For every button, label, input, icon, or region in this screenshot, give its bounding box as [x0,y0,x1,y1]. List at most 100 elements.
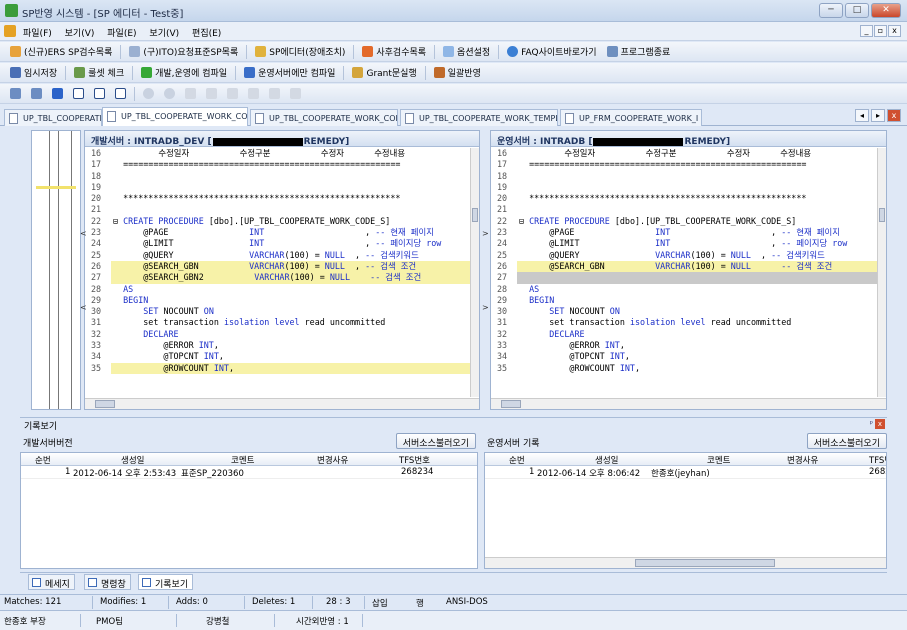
tool-redo[interactable] [160,88,179,99]
pin-icon[interactable]: ᵖ [870,419,873,428]
toolbar-options[interactable]: 옵션설정 [439,45,494,58]
code-line[interactable]: 26 @SEARCH_GBN VARCHAR(100) = NULL -- 검색… [491,260,878,273]
code-line[interactable]: 31 set transaction isolation level read … [85,317,471,328]
tab-code-i[interactable]: UP_TBL_COOPERATE_WORK_CODE_I [4,109,102,126]
code-line[interactable]: 24 @LIMIT INT , -- 페이지당 row [85,238,471,249]
tool-view3[interactable] [111,88,130,99]
temp-save-button[interactable]: 임시저장 [6,66,61,79]
mdi-restore-button[interactable]: ▫ [874,25,887,37]
toolbar-sp-editor[interactable]: SP에디터(장애조치) [251,45,349,58]
compile-dev-prod-button[interactable]: 개발,운영에 컴파일 [137,66,231,79]
dev-vertical-scrollbar[interactable] [470,148,479,397]
tool-view1[interactable] [69,88,88,99]
mdi-close-button[interactable]: x [888,25,901,37]
tab-templet-s[interactable]: UP_TBL_COOPERATE_WORK_TEMPLET_S [400,109,558,126]
dev-load-source-button[interactable]: 서버소스불러오기 [395,433,476,449]
grant-exec-button[interactable]: Grant문실행 [348,66,420,79]
code-line[interactable]: 30 SET NOCOUNT ON [85,306,471,317]
menu-view[interactable]: 보기(V) [60,22,100,39]
menu-edit[interactable]: 편집(E) [187,22,226,39]
code-line[interactable]: 31 set transaction isolation level read … [491,317,878,328]
tool-a[interactable] [6,88,25,99]
log-close-button[interactable]: x [875,419,885,429]
tool-view2[interactable] [90,88,109,99]
tool-more[interactable] [286,88,305,99]
code-line[interactable]: 17 =====================================… [491,159,878,170]
tab-command[interactable]: 명령창 [84,574,131,590]
code-line[interactable]: 33 @ERROR INT, [85,340,471,351]
tool-copy[interactable] [202,88,221,99]
code-line[interactable]: 32 DECLARE [491,329,878,340]
prod-code-pane[interactable]: 운영서버 : INTRADB [REMEDY] 16 수정일자 수정구분 수정자… [490,130,887,410]
code-line[interactable]: 23 @PAGE INT , -- 현재 페이지 [85,227,471,238]
tool-back[interactable] [48,88,67,99]
dev-horizontal-scrollbar[interactable] [85,398,479,409]
code-line[interactable]: 19 [491,182,878,193]
compile-prod-only-button[interactable]: 운영서버에만 컴파일 [240,66,339,79]
code-line[interactable]: 30 SET NOCOUNT ON [491,306,878,317]
tab-close-button[interactable]: x [887,109,901,122]
code-line[interactable]: 28 AS [85,284,471,295]
toolbar-faq-shortcut[interactable]: FAQ사이트바로가기 [503,45,600,58]
tab-prev-button[interactable]: ◂ [855,109,869,122]
prod-vertical-scrollbar[interactable] [877,148,886,397]
batch-apply-button[interactable]: 일괄반영 [430,66,485,79]
code-line[interactable]: 20 *************************************… [85,193,471,204]
code-line[interactable]: 29 BEGIN [85,295,471,306]
diff-overview-map[interactable] [31,130,81,410]
dev-code-pane[interactable]: 개발서버 : INTRADB_DEV [REMEDY] 16 수정일자 수정구분… [84,130,480,410]
code-line[interactable]: 29 BEGIN [491,295,878,306]
code-line[interactable]: 22 ⊟ CREATE PROCEDURE [dbo].[UP_TBL_COOPE… [85,216,471,227]
prod-log-hscrollbar[interactable] [485,557,886,568]
code-line[interactable]: 27 [491,272,878,284]
code-line[interactable]: 35 @ROWCOUNT INT, [85,362,471,374]
code-line[interactable]: 18 [85,171,471,182]
ruleset-check-button[interactable]: 룰셋 체크 [70,66,128,79]
tool-undo[interactable] [139,88,158,99]
minimize-button[interactable]: ─ [819,3,843,18]
toolbar-old-ito-list[interactable]: (구)ITO)요청표준SP목록 [125,45,242,58]
code-line[interactable]: 17 =====================================… [85,159,471,170]
code-line[interactable]: 23 @PAGE INT , -- 현재 페이지 [491,227,878,238]
tab-frm-work-i[interactable]: UP_FRM_COOPERATE_WORK_I [560,109,702,126]
mdi-minimize-button[interactable]: _ [860,25,873,37]
code-line[interactable]: 20 *************************************… [491,193,878,204]
menu-file[interactable]: 파일(F) [18,22,57,39]
code-line[interactable]: 22 ⊟ CREATE PROCEDURE [dbo].[UP_TBL_COOPE… [491,216,878,227]
code-line[interactable]: 34 @TOPCNT INT, [85,351,471,362]
tool-cut[interactable] [181,88,200,99]
code-line[interactable]: 21 [491,204,878,215]
code-line[interactable]: 34 @TOPCNT INT, [491,351,878,362]
code-line[interactable]: 21 [85,204,471,215]
tab-code-u[interactable]: UP_TBL_COOPERATE_WORK_CODE_U [250,109,398,126]
code-line[interactable]: 18 [491,171,878,182]
menu-view-2[interactable]: 보기(V) [144,22,184,39]
code-line[interactable]: 35 @ROWCOUNT INT, [491,363,878,374]
code-line[interactable]: 16 수정일자 수정구분 수정자 수정내용 [85,148,471,159]
dev-log-grid[interactable]: 순번 생성일 코멘트 변경사유 TFS번호 1 2012-06-14 오후 2:… [20,452,478,569]
code-line[interactable]: 28 AS [491,284,878,295]
tool-find[interactable] [244,88,263,99]
table-row[interactable]: 1 2012-06-14 오후 8:06:42 한종호(jeyhan) 2682 [485,466,886,479]
code-line[interactable]: 27 @SEARCH_GBN2 VARCHAR(100) = NULL -- 검… [85,272,471,284]
tab-messages[interactable]: 메세지 [28,574,75,590]
dev-code-editor[interactable]: 16 수정일자 수정구분 수정자 수정내용 17 ================… [85,148,471,397]
tool-b[interactable] [27,88,46,99]
close-button[interactable]: ✕ [871,3,901,18]
tab-next-button[interactable]: ▸ [871,109,885,122]
tab-history[interactable]: 기록보기 [138,574,194,590]
menu-file-2[interactable]: 파일(E) [102,22,141,39]
code-line[interactable]: 32 DECLARE [85,329,471,340]
tool-replace[interactable] [265,88,284,99]
prod-code-editor[interactable]: 16 수정일자 수정구분 수정자 수정내용 17 ================… [491,148,878,397]
code-line[interactable]: 16 수정일자 수정구분 수정자 수정내용 [491,148,878,159]
toolbar-post-review-list[interactable]: 사후검수목록 [358,45,430,58]
code-line[interactable]: 24 @LIMIT INT , -- 페이지당 row [491,238,878,249]
prod-horizontal-scrollbar[interactable] [491,398,886,409]
code-line[interactable]: 25 @QUERY VARCHAR(100) = NULL , -- 검색키워드 [85,250,471,261]
maximize-button[interactable]: □ [845,3,869,18]
toolbar-new-ers-list[interactable]: (신규)ERS SP검수목록 [6,45,116,58]
code-line[interactable]: 26 @SEARCH_GBN VARCHAR(100) = NULL , -- … [85,260,471,273]
table-row[interactable]: 1 2012-06-14 오후 2:53:43 표준SP_220360 2682… [21,466,477,479]
code-line[interactable]: 19 [85,182,471,193]
